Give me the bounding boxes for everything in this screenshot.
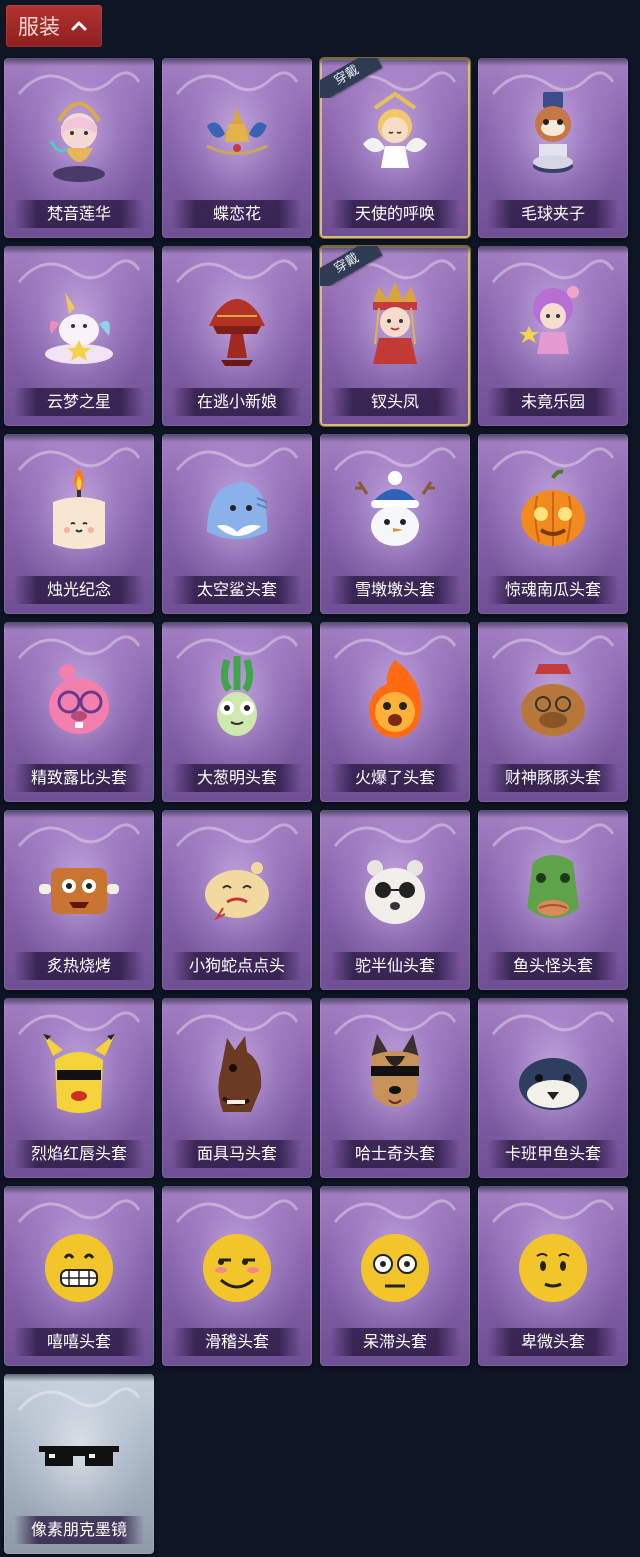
- unicorn-cloud-icon: [45, 292, 113, 364]
- costume-grid: 梵音莲华 蝶恋花 穿戴 天使的呼唤 毛球夹子 云梦之星 在逃小新娘 穿戴 钗头凤 未竟乐园 烛光纪念…: [4, 58, 640, 1554]
- round-fish-mask-icon: [519, 1058, 587, 1110]
- costume-name: 未竟乐园: [488, 388, 618, 416]
- costume-card[interactable]: 哈士奇头套: [320, 998, 470, 1178]
- costume-card[interactable]: 财神豚豚头套: [478, 622, 628, 802]
- ornate-girl-figure-icon: [49, 101, 105, 182]
- costume-name: 在逃小新娘: [172, 388, 302, 416]
- costume-card[interactable]: 毛球夹子: [478, 58, 628, 238]
- pixel-sunglasses-icon: [39, 1446, 119, 1466]
- costume-card[interactable]: 云梦之星: [4, 246, 154, 426]
- costume-card[interactable]: 像素朋克墨镜: [4, 1374, 154, 1554]
- costume-name: 太空鲨头套: [172, 576, 302, 604]
- capybara-mask-icon: [521, 664, 585, 736]
- costume-name: 大葱明头套: [172, 764, 302, 792]
- costume-card[interactable]: 烈焰红唇头套: [4, 998, 154, 1178]
- costume-name: 嘻嘻头套: [14, 1328, 144, 1356]
- costume-card[interactable]: 鱼头怪头套: [478, 810, 628, 990]
- dazed-emoji-mask-icon: [361, 1234, 429, 1302]
- equipped-badge: 穿戴: [320, 246, 384, 286]
- costume-name: 雪墩墩头套: [330, 576, 460, 604]
- snake-mask-icon: [205, 862, 269, 921]
- costume-name: 精致露比头套: [14, 764, 144, 792]
- costume-card[interactable]: 嘻嘻头套: [4, 1186, 154, 1366]
- costume-name: 面具马头套: [172, 1140, 302, 1168]
- costume-card[interactable]: 穿戴天使的呼唤: [320, 58, 470, 238]
- pikachu-mask-icon: [43, 1034, 115, 1113]
- horse-mask-icon: [218, 1036, 262, 1112]
- costume-name: 哈士奇头套: [330, 1140, 460, 1168]
- costume-name: 毛球夹子: [488, 200, 618, 228]
- costume-card[interactable]: 太空鲨头套: [162, 434, 312, 614]
- costume-name: 惊魂南瓜头套: [488, 576, 618, 604]
- costume-card[interactable]: 蝶恋花: [162, 58, 312, 238]
- costume-name: 驼半仙头套: [330, 952, 460, 980]
- costume-card[interactable]: 火爆了头套: [320, 622, 470, 802]
- costume-card[interactable]: 面具马头套: [162, 998, 312, 1178]
- costume-name: 烈焰红唇头套: [14, 1140, 144, 1168]
- costume-name: 卡班甲鱼头套: [488, 1140, 618, 1168]
- costume-card[interactable]: 未竟乐园: [478, 246, 628, 426]
- costume-name: 钗头凤: [330, 388, 460, 416]
- costume-name: 火爆了头套: [330, 764, 460, 792]
- costume-card[interactable]: 穿戴钗头凤: [320, 246, 470, 426]
- equipped-badge-label: 穿戴: [320, 58, 383, 98]
- candle-head-icon: [53, 468, 105, 549]
- costume-card[interactable]: 雪墩墩头套: [320, 434, 470, 614]
- costume-section-toggle[interactable]: 服装: [6, 5, 102, 47]
- grin-emoji-mask-icon: [45, 1234, 113, 1302]
- raccoon-drummer-icon: [533, 92, 573, 173]
- costume-name: 烛光纪念: [14, 576, 144, 604]
- costume-card[interactable]: 梵音莲华: [4, 58, 154, 238]
- costume-name: 炙热烧烤: [14, 952, 144, 980]
- costume-card[interactable]: 滑稽头套: [162, 1186, 312, 1366]
- shy-emoji-mask-icon: [519, 1234, 587, 1302]
- snowman-mask-icon: [355, 471, 435, 546]
- costume-name: 滑稽头套: [172, 1328, 302, 1356]
- costume-name: 蝶恋花: [172, 200, 302, 228]
- bbq-meat-mask-icon: [39, 868, 119, 914]
- green-onion-mask-icon: [217, 656, 257, 736]
- phoenix-crown-figure-icon: [373, 282, 417, 364]
- costume-card[interactable]: 精致露比头套: [4, 622, 154, 802]
- costume-card[interactable]: 小狗蛇点点头: [162, 810, 312, 990]
- costume-card[interactable]: 在逃小新娘: [162, 246, 312, 426]
- costume-card[interactable]: 呆滞头套: [320, 1186, 470, 1366]
- section-title: 服装: [18, 15, 60, 39]
- costume-name: 小狗蛇点点头: [172, 952, 302, 980]
- shark-mask-icon: [207, 482, 268, 539]
- costume-card[interactable]: 炙热烧烤: [4, 810, 154, 990]
- husky-mask-icon: [371, 1034, 419, 1107]
- costume-name: 鱼头怪头套: [488, 952, 618, 980]
- angel-figure-icon: [363, 91, 427, 168]
- costume-name: 呆滞头套: [330, 1328, 460, 1356]
- costume-card[interactable]: 卡班甲鱼头套: [478, 998, 628, 1178]
- butterfly-bell-headdress-icon: [206, 106, 268, 155]
- costume-card[interactable]: 卑微头套: [478, 1186, 628, 1366]
- costume-card[interactable]: 惊魂南瓜头套: [478, 434, 628, 614]
- costume-name: 卑微头套: [488, 1328, 618, 1356]
- fire-mask-icon: [369, 660, 422, 738]
- chevron-up-icon: [68, 15, 90, 37]
- costume-card[interactable]: 烛光纪念: [4, 434, 154, 614]
- bear-sunglasses-mask-icon: [365, 860, 425, 924]
- equipped-badge: 穿戴: [320, 58, 384, 98]
- smirk-emoji-mask-icon: [203, 1234, 271, 1302]
- costume-name: 财神豚豚头套: [488, 764, 618, 792]
- costume-name: 像素朋克墨镜: [14, 1516, 144, 1544]
- pink-beaver-mask-icon: [49, 664, 109, 734]
- costume-card[interactable]: 大葱明头套: [162, 622, 312, 802]
- candy-girl-figure-icon: [519, 286, 579, 354]
- equipped-badge-label: 穿戴: [320, 246, 383, 286]
- red-bridal-veil-icon: [209, 299, 265, 366]
- costume-card[interactable]: 驼半仙头套: [320, 810, 470, 990]
- costume-name: 天使的呼唤: [330, 200, 460, 228]
- fish-head-mask-icon: [527, 855, 579, 918]
- costume-name: 梵音莲华: [14, 200, 144, 228]
- costume-name: 云梦之星: [14, 388, 144, 416]
- pumpkin-mask-icon: [521, 469, 585, 546]
